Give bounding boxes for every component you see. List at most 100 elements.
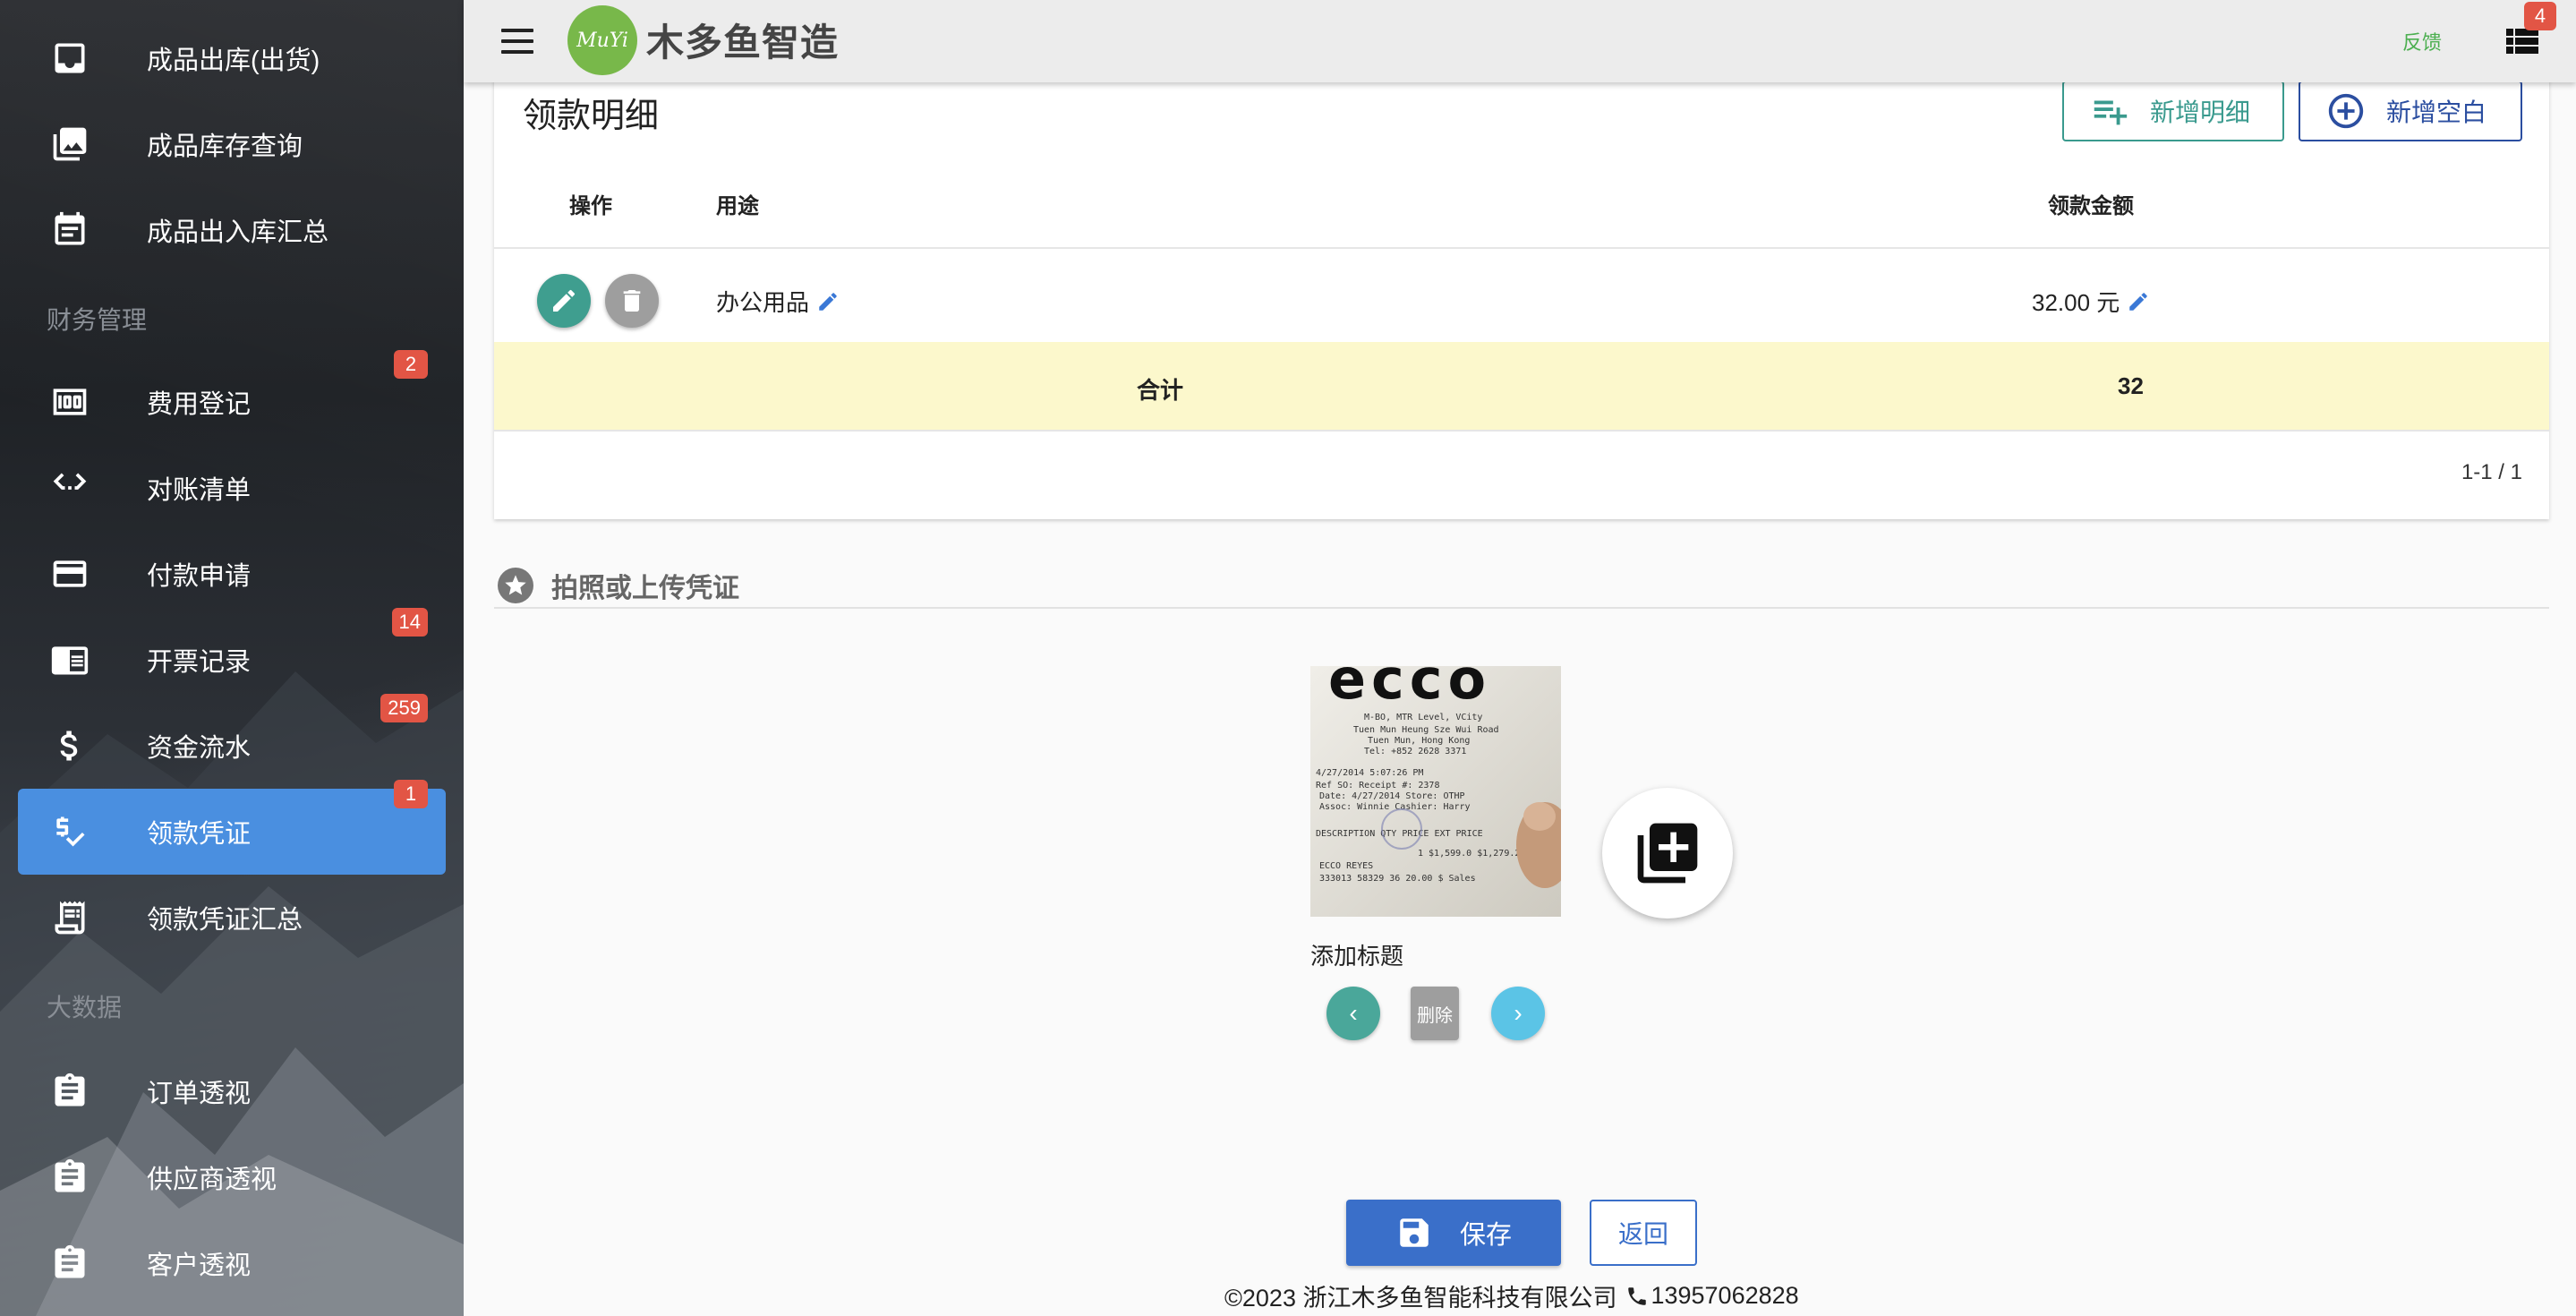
sidebar-item-inventory-query[interactable]: 成品库存查询 <box>18 101 446 187</box>
receipt-text-line: Tuen Mun, Hong Kong <box>1368 736 1470 746</box>
delete-row-button[interactable] <box>605 274 659 328</box>
save-button[interactable]: 保存 <box>1346 1200 1561 1266</box>
voucher-detail-card: 领款明细 新增明细 新增空白 操作 用途 领款金额 办公用品 32.00 元 合… <box>494 45 2549 519</box>
add-blank-label: 新增空白 <box>2386 98 2487 126</box>
sidebar: 成品出库(出货) 成品库存查询 成品出入库汇总 财务管理 费用登记 2 对账清单… <box>0 0 464 1316</box>
total-value: 32 <box>2118 372 2144 399</box>
brand-name: 木多鱼智造 <box>646 21 840 64</box>
add-blank-button[interactable]: 新增空白 <box>2299 81 2522 141</box>
column-header-actions: 操作 <box>569 194 612 218</box>
count-badge: 259 <box>380 694 428 722</box>
amount-text: 32.00 元 <box>2032 289 2120 316</box>
chrome-reader-icon <box>50 640 90 679</box>
inbox-icon <box>50 38 90 78</box>
count-badge: 14 <box>391 608 428 637</box>
next-image-button[interactable]: › <box>1491 987 1545 1040</box>
sidebar-item-payment-request[interactable]: 付款申请 <box>18 531 446 617</box>
sidebar-item-reconciliation[interactable]: 对账清单 <box>18 445 446 531</box>
calendar-note-icon <box>50 210 90 250</box>
library-add-icon <box>1637 823 1698 884</box>
sidebar-item-order-pivot[interactable]: 订单透视 <box>18 1048 446 1134</box>
sidebar-item-label: 付款申请 <box>147 562 252 591</box>
sidebar-item-invoice-records[interactable]: 开票记录 14 <box>18 608 446 703</box>
star-icon <box>498 568 533 603</box>
section-label-finance: 财务管理 <box>47 306 148 334</box>
receipt-text-line: DESCRIPTION QTY PRICE EXT PRICE <box>1316 829 1483 839</box>
total-label: 合计 <box>1137 377 1184 404</box>
edit-amount-icon[interactable] <box>2127 290 2150 313</box>
sidebar-item-expense[interactable]: 费用登记 2 <box>18 350 446 445</box>
playlist-add-icon <box>2094 100 2128 125</box>
receipt-text-line: ECCO REYES <box>1319 861 1373 871</box>
receipt-text-line: Date: 4/27/2014 Store: OTHP <box>1319 791 1465 801</box>
sidebar-item-label: 领款凭证汇总 <box>147 906 303 935</box>
sidebar-item-customer-pivot[interactable]: 客户透视 <box>18 1220 446 1306</box>
menu-icon[interactable] <box>498 21 537 61</box>
svg-text:ecco: ecco <box>1328 666 1491 712</box>
footer-divider <box>494 430 2549 432</box>
feedback-link[interactable]: 反馈 <box>2402 27 2442 56</box>
money-icon <box>50 382 90 422</box>
receipt-text-line: 1 $1,599.0 $1,279.2 <box>1418 849 1520 859</box>
upload-divider <box>494 607 2549 609</box>
edit-icon <box>553 289 576 312</box>
sidebar-item-cash-flow[interactable]: 资金流水 259 <box>18 694 446 789</box>
receipt-image[interactable]: ecco M-BO, MTR Level, VCity Tuen Mun Heun… <box>1310 666 1561 917</box>
column-header-amount: 领款金额 <box>2048 194 2134 218</box>
phone-icon <box>1628 1286 1647 1305</box>
count-badge: 1 <box>394 780 428 808</box>
photo-library-icon <box>50 124 90 164</box>
receipt-text-line: Tel: +852 2628 3371 <box>1364 747 1466 756</box>
sidebar-item-label: 订单透视 <box>147 1080 252 1108</box>
price-check-icon <box>50 812 90 851</box>
card-title: 领款明细 <box>523 98 660 135</box>
sidebar-item-label: 资金流水 <box>147 734 252 763</box>
brand-logo[interactable]: MuYi <box>567 5 637 75</box>
phone-number[interactable]: 13957062828 <box>1651 1282 1798 1310</box>
purpose-text: 办公用品 <box>716 289 810 316</box>
add-detail-label: 新增明细 <box>2150 98 2251 126</box>
footer: ©2023 浙江木多鱼智能科技有限公司 13957062828 <box>1224 1278 1799 1313</box>
receipt-text-line: Tuen Mun Heung Sze Wui Road <box>1353 725 1499 735</box>
add-photo-button[interactable] <box>1602 788 1733 919</box>
sidebar-item-supplier-pivot[interactable]: 供应商透视 <box>18 1134 446 1220</box>
sidebar-item-label: 领款凭证 <box>147 820 252 849</box>
code-dots-icon <box>50 468 90 508</box>
task-list-button[interactable]: 4 <box>2501 2 2556 63</box>
purpose-cell[interactable]: 办公用品 <box>716 285 840 318</box>
add-circle-icon <box>2328 93 2364 129</box>
add-detail-button[interactable]: 新增明细 <box>2062 81 2284 141</box>
sidebar-item-inout-summary[interactable]: 成品出入库汇总 <box>18 187 446 273</box>
receipt-text-line: Ref SO: Receipt #: 2378 <box>1316 781 1439 790</box>
clipboard-icon <box>50 1158 90 1197</box>
receipt-long-icon <box>50 898 90 937</box>
dollar-icon <box>50 726 90 765</box>
upload-title: 拍照或上传凭证 <box>551 574 739 603</box>
save-label: 保存 <box>1459 1221 1512 1250</box>
sidebar-item-label: 费用登记 <box>147 390 252 419</box>
delete-image-button[interactable]: 删除 <box>1411 987 1459 1040</box>
sidebar-item-finished-goods-out[interactable]: 成品出库(出货) <box>18 15 446 101</box>
sidebar-item-label: 供应商透视 <box>147 1166 277 1194</box>
receipt-text-line: 333013 58329 36 20.00 $ Sales <box>1319 874 1476 884</box>
sidebar-item-label: 客户透视 <box>147 1252 252 1280</box>
edit-row-button[interactable] <box>537 274 591 328</box>
sidebar-item-payment-voucher[interactable]: 领款凭证 1 <box>18 780 446 875</box>
chevron-right-icon: › <box>1514 999 1523 1027</box>
save-icon <box>1400 1218 1429 1247</box>
clipboard-icon <box>50 1072 90 1111</box>
amount-cell[interactable]: 32.00 元 <box>2032 285 2150 318</box>
back-button[interactable]: 返回 <box>1590 1200 1697 1266</box>
edit-purpose-icon[interactable] <box>816 290 840 313</box>
sidebar-item-label: 对账清单 <box>147 476 252 505</box>
sidebar-item-voucher-summary[interactable]: 领款凭证汇总 <box>18 875 446 961</box>
chevron-left-icon: ‹ <box>1349 999 1358 1027</box>
sidebar-item-label: 成品出库(出货) <box>147 47 320 75</box>
receipt-text-line: M-BO, MTR Level, VCity <box>1364 713 1482 722</box>
header-divider <box>494 247 2549 249</box>
total-row: 合计 32 <box>494 342 2549 430</box>
receipt-text-line: 4/27/2014 5:07:26 PM <box>1316 768 1423 778</box>
section-label-big-data: 大数据 <box>47 994 123 1021</box>
previous-image-button[interactable]: ‹ <box>1326 987 1380 1040</box>
image-caption[interactable]: 添加标题 <box>1310 938 1403 971</box>
